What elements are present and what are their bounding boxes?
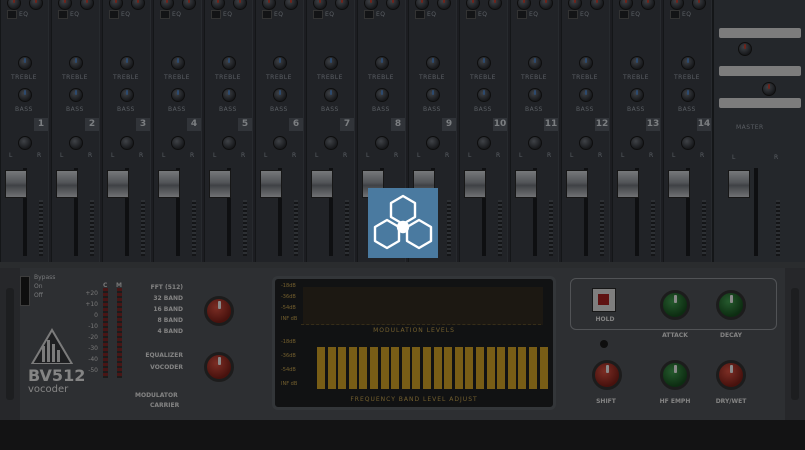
app-stage: EQ TREBLE BASS 1 L R EQ TREBLE BASS 2 L R EQ TREBLE BA… bbox=[0, 0, 805, 450]
app-logo-icon bbox=[368, 188, 438, 258]
